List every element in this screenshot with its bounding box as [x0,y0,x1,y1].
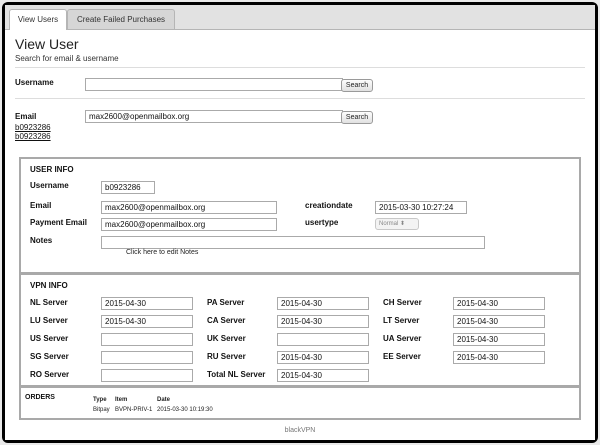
vpn-server-date-input[interactable] [101,351,193,364]
vpn-server-date-input[interactable]: 2015-04-30 [277,297,369,310]
vpn-server-date-input[interactable] [101,333,193,346]
order-date: 2015-03-30 10:19:30 [157,407,213,413]
vpn-server-date-input[interactable] [277,333,369,346]
vpn-server-date-input[interactable]: 2015-04-30 [101,315,193,328]
vpn-server-date-input[interactable]: 2015-04-30 [277,351,369,364]
vpn-server-label: CA Server [207,316,246,325]
vpn-server-label: CH Server [383,298,422,307]
email-search-button[interactable]: Search [341,111,373,124]
email-label: Email [30,201,52,210]
window-frame: View Users Create Failed Purchases View … [2,2,598,443]
username-field[interactable]: b0923286 [101,181,155,194]
page-subtitle: Search for email & username [15,54,119,63]
notes-label: Notes [30,236,53,245]
creationdate-field[interactable]: 2015-03-30 10:27:24 [375,201,467,214]
vpn-server-date-input[interactable]: 2015-04-30 [453,315,545,328]
vpn-server-date-input[interactable]: 2015-04-30 [101,297,193,310]
footer-brand: blackVPN [284,427,316,434]
divider [15,67,585,68]
orders-panel: ORDERS Type Item Date Bitpay BVPN-PRIV-1… [19,386,581,420]
orders-header-date: Date [157,397,171,403]
payment-email-label: Payment Email [30,218,87,227]
orders-header-item: Item [115,397,128,403]
orders-header-type: Type [93,397,107,403]
admin-page: View Users Create Failed Purchases View … [5,5,595,440]
vpn-server-date-input[interactable]: 2015-04-30 [277,315,369,328]
vpn-server-date-input[interactable] [101,369,193,382]
user-info-title: USER INFO [30,165,74,174]
notes-field[interactable] [101,236,485,249]
vpn-info-title: VPN INFO [30,281,68,290]
username-label: Username [30,181,69,190]
email-field[interactable]: max2600@openmailbox.org [101,201,277,214]
creationdate-label: creationdate [305,201,353,210]
vpn-server-label: RU Server [207,352,246,361]
order-type: Bitpay [93,407,110,413]
vpn-server-label: UK Server [207,334,246,343]
tab-bar: View Users Create Failed Purchases [5,5,595,30]
search-result-link[interactable]: b0923286 [15,132,51,141]
vpn-info-panel: VPN INFO NL Server 2015-04-30 PA Server 201… [19,273,581,387]
vpn-server-label: SG Server [30,352,69,361]
vpn-server-date-input[interactable]: 2015-04-30 [277,369,369,382]
orders-title: ORDERS [25,394,55,401]
divider [15,98,585,99]
order-item: BVPN-PRIV-1 [115,407,153,413]
vpn-server-label: LU Server [30,316,68,325]
chevron-updown-icon: ⬍ [400,221,406,227]
vpn-server-label: PA Server [207,298,245,307]
usertype-label: usertype [305,218,339,227]
username-search-button[interactable]: Search [341,79,373,92]
vpn-server-label: US Server [30,334,69,343]
usertype-select[interactable]: Normal ⬍ [375,218,419,230]
payment-email-field[interactable]: max2600@openmailbox.org [101,218,277,231]
page-content: View User Search for email & username Us… [5,30,595,440]
vpn-server-label: LT Server [383,316,420,325]
username-search-input[interactable] [85,78,343,91]
email-search-label: Email [15,112,37,121]
vpn-server-label: RO Server [30,370,70,379]
search-result-link[interactable]: b0923286 [15,123,51,132]
vpn-server-label: UA Server [383,334,422,343]
vpn-server-label: Total NL Server [207,370,266,379]
user-info-panel: USER INFO Username b0923286 Email max260… [19,157,581,274]
page-title: View User [15,36,79,52]
vpn-server-date-input[interactable]: 2015-04-30 [453,333,545,346]
vpn-server-date-input[interactable]: 2015-04-30 [453,351,545,364]
vpn-server-date-input[interactable]: 2015-04-30 [453,297,545,310]
vpn-server-label: NL Server [30,298,68,307]
usertype-value: Normal [379,221,399,227]
tab-view-users[interactable]: View Users [9,9,67,30]
vpn-server-label: EE Server [383,352,421,361]
tab-create-failed-purchases[interactable]: Create Failed Purchases [67,9,175,29]
email-search-input[interactable]: max2600@openmailbox.org [85,110,343,123]
username-search-label: Username [15,78,54,87]
edit-notes-link[interactable]: Click here to edit Notes [126,249,198,256]
